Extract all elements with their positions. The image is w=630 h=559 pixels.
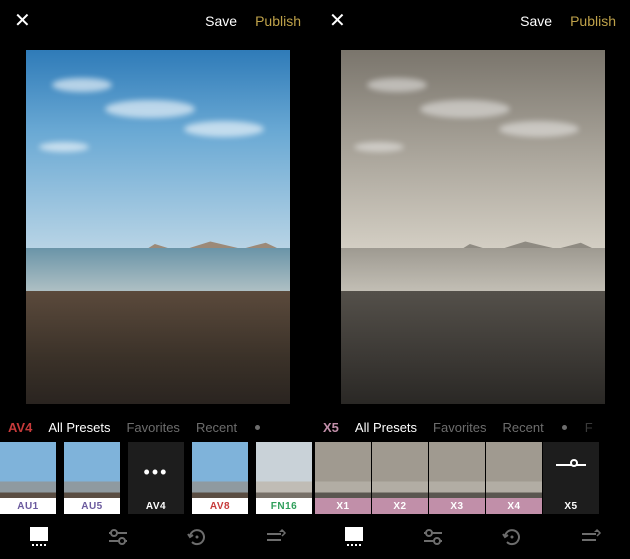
preset-thumb[interactable]: X4 <box>486 442 542 514</box>
preset-thumb[interactable]: AU5 <box>64 442 120 514</box>
category-tabs: AV4 All Presets Favorites Recent <box>0 412 315 442</box>
category-tab[interactable]: All Presets <box>355 420 417 435</box>
category-tab[interactable]: Favorites <box>433 420 486 435</box>
preset-thumb[interactable]: X2 <box>372 442 428 514</box>
close-icon[interactable]: ✕ <box>14 11 31 31</box>
adjust-tab-icon[interactable] <box>421 525 445 549</box>
tools-tab-icon[interactable] <box>264 525 288 549</box>
current-preset-tag: AV4 <box>8 420 32 435</box>
preset-thumb-label: X5 <box>543 498 599 514</box>
presets-tab-icon[interactable] <box>342 525 366 549</box>
preset-thumb[interactable]: AU1 <box>0 442 56 514</box>
editor-pane: ✕ Save Publish AV4 All Presets Favorites R… <box>0 0 315 559</box>
tab-divider-dot <box>562 425 567 430</box>
main-photo[interactable] <box>341 50 605 404</box>
category-tabs: X5 All Presets Favorites Recent F <box>315 412 630 442</box>
category-tab[interactable]: Recent <box>503 420 544 435</box>
publish-button[interactable]: Publish <box>570 13 616 29</box>
save-button[interactable]: Save <box>520 13 552 29</box>
category-tab[interactable]: Favorites <box>126 420 179 435</box>
category-tab-overflow: F <box>585 420 593 435</box>
photo-area <box>315 42 630 412</box>
save-button[interactable]: Save <box>205 13 237 29</box>
preset-thumb-strip[interactable]: AU1 AU5 ••• AV4 AV8 FN16 <box>0 442 315 514</box>
photo-area <box>0 42 315 412</box>
category-tab[interactable]: All Presets <box>48 420 110 435</box>
preset-thumb-label: X2 <box>372 498 428 514</box>
header: ✕ Save Publish <box>315 0 630 42</box>
preset-thumb-label: X1 <box>315 498 371 514</box>
presets-tab-icon[interactable] <box>27 525 51 549</box>
close-icon[interactable]: ✕ <box>329 11 346 31</box>
history-tab-icon[interactable] <box>500 525 524 549</box>
adjust-tab-icon[interactable] <box>106 525 130 549</box>
preset-thumb-label: X3 <box>429 498 485 514</box>
tools-tab-icon[interactable] <box>579 525 603 549</box>
photo-sand <box>26 291 290 404</box>
main-photo[interactable] <box>26 50 290 404</box>
header: ✕ Save Publish <box>0 0 315 42</box>
slider-icon <box>543 464 599 466</box>
preset-thumb[interactable]: AV8 <box>192 442 248 514</box>
publish-button[interactable]: Publish <box>255 13 301 29</box>
current-preset-tag: X5 <box>323 420 339 435</box>
preset-thumb-label: FN16 <box>256 498 312 514</box>
preset-thumb[interactable]: X3 <box>429 442 485 514</box>
tab-divider-dot <box>255 425 260 430</box>
preset-thumb-label: AU5 <box>64 498 120 514</box>
preset-thumb[interactable]: X1 <box>315 442 371 514</box>
bottom-bar <box>0 514 315 559</box>
preset-thumb-current[interactable]: X5 <box>543 442 599 514</box>
bottom-bar <box>315 514 630 559</box>
preset-thumb-label: AV8 <box>192 498 248 514</box>
preset-thumb-strip[interactable]: X1 X2 X3 X4 X5 <box>315 442 630 514</box>
preset-thumb[interactable]: FN16 <box>256 442 312 514</box>
header-actions: Save Publish <box>520 13 616 29</box>
preset-thumb-label: AU1 <box>0 498 56 514</box>
preset-thumb-label: X4 <box>486 498 542 514</box>
header-actions: Save Publish <box>205 13 301 29</box>
category-tab[interactable]: Recent <box>196 420 237 435</box>
preset-thumb-current[interactable]: ••• AV4 <box>128 442 184 514</box>
history-tab-icon[interactable] <box>185 525 209 549</box>
more-icon: ••• <box>128 462 184 483</box>
editor-pane: ✕ Save Publish X5 All Presets Favorites Re… <box>315 0 630 559</box>
preset-thumb-label: AV4 <box>128 498 184 514</box>
photo-sand <box>341 291 605 404</box>
